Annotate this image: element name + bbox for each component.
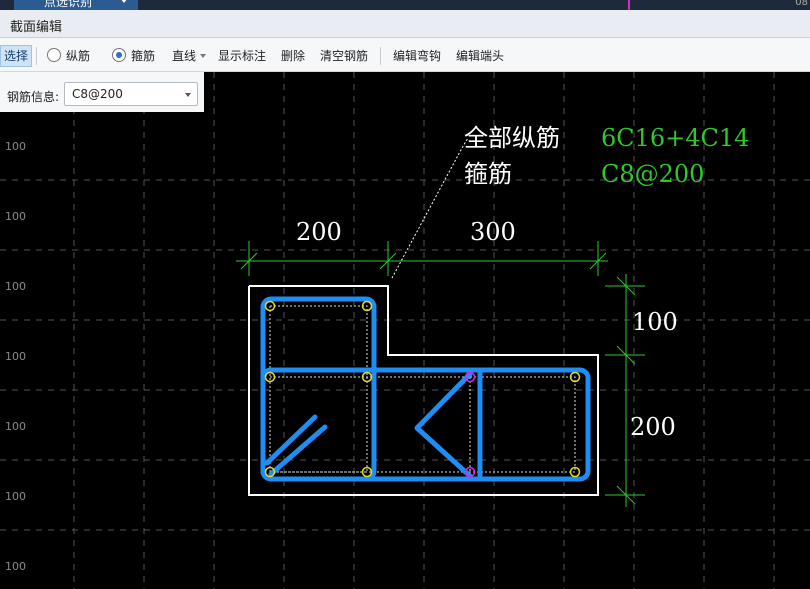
point-select-label: 点选识别 (44, 0, 93, 9)
chevron-down-icon (120, 0, 128, 3)
point-select-button[interactable]: 点选识别 (14, 0, 138, 10)
grid-row-label: 100 (5, 350, 26, 363)
inner-dashed-lines (269, 305, 576, 473)
chevron-down-icon (200, 54, 207, 58)
top-right-text: 08 (795, 0, 808, 8)
parent-app-strip: 点选识别 08 (0, 0, 810, 10)
stirrup-tie-hook[interactable] (414, 371, 473, 479)
label-stirrup: 箍筋 (464, 160, 512, 188)
rebar-info-label: 钢筋信息: (7, 90, 60, 104)
clear-rebar-button[interactable]: 清空钢筋 (320, 46, 368, 66)
value-all-longitudinal[interactable]: 6C16+4C14 (601, 124, 749, 152)
value-stirrup[interactable]: C8@200 (601, 160, 704, 188)
grid-row-label: 100 (5, 490, 26, 503)
dim-top-left: 200 (296, 218, 342, 246)
dim-right-bottom: 200 (630, 413, 676, 441)
grid-row-label: 100 (5, 420, 26, 433)
toolbar-divider (380, 47, 381, 65)
leader-line (391, 137, 469, 279)
grid-row-label: 100 (5, 210, 26, 223)
edit-hook-button[interactable]: 编辑弯钩 (393, 46, 441, 66)
show-dimensions-button[interactable]: 显示标注 (218, 46, 266, 66)
rebar-info-panel: 钢筋信息: C8@200 (0, 72, 204, 112)
radio-unchecked-icon (47, 48, 61, 62)
grid-row-label: 100 (5, 560, 26, 573)
longitudinal-label: 纵筋 (66, 49, 91, 63)
radio-checked-icon (112, 48, 126, 62)
toolbar-divider (36, 47, 37, 65)
rebar-info-select[interactable]: C8@200 (64, 82, 198, 106)
edit-end-button[interactable]: 编辑端头 (456, 46, 504, 66)
grid-row-label: 100 (5, 280, 26, 293)
line-label: 直线 (172, 49, 197, 63)
stirrup-radio[interactable]: 箍筋 (112, 46, 155, 66)
grid-row-label: 100 (5, 140, 26, 153)
chevron-down-icon (185, 93, 191, 97)
title-bar: 截面编辑 (0, 10, 810, 38)
dim-right-top: 100 (632, 308, 678, 336)
rebar-info-value: C8@200 (72, 87, 123, 101)
toolbar: 选择 纵筋 箍筋 直线 显示标注 删除 清空钢筋 编辑弯钩 编辑端头 (0, 38, 810, 72)
label-all-longitudinal: 全部纵筋 (464, 124, 560, 152)
stirrup-label: 箍筋 (131, 49, 156, 63)
stirrups[interactable] (260, 296, 591, 482)
dim-top-right: 300 (470, 218, 516, 246)
dimension-lines (236, 241, 645, 507)
window-title: 截面编辑 (10, 20, 63, 35)
line-dropdown[interactable]: 直线 (172, 46, 207, 66)
longitudinal-radio[interactable]: 纵筋 (47, 46, 90, 66)
delete-button[interactable]: 删除 (281, 46, 305, 66)
stirrup-bottom[interactable] (260, 367, 591, 482)
magenta-marker (628, 0, 630, 10)
rebar-points[interactable] (264, 300, 581, 478)
select-button[interactable]: 选择 (0, 45, 33, 67)
grid-row-labels: 100 100 100 100 100 100 100 (5, 140, 26, 573)
